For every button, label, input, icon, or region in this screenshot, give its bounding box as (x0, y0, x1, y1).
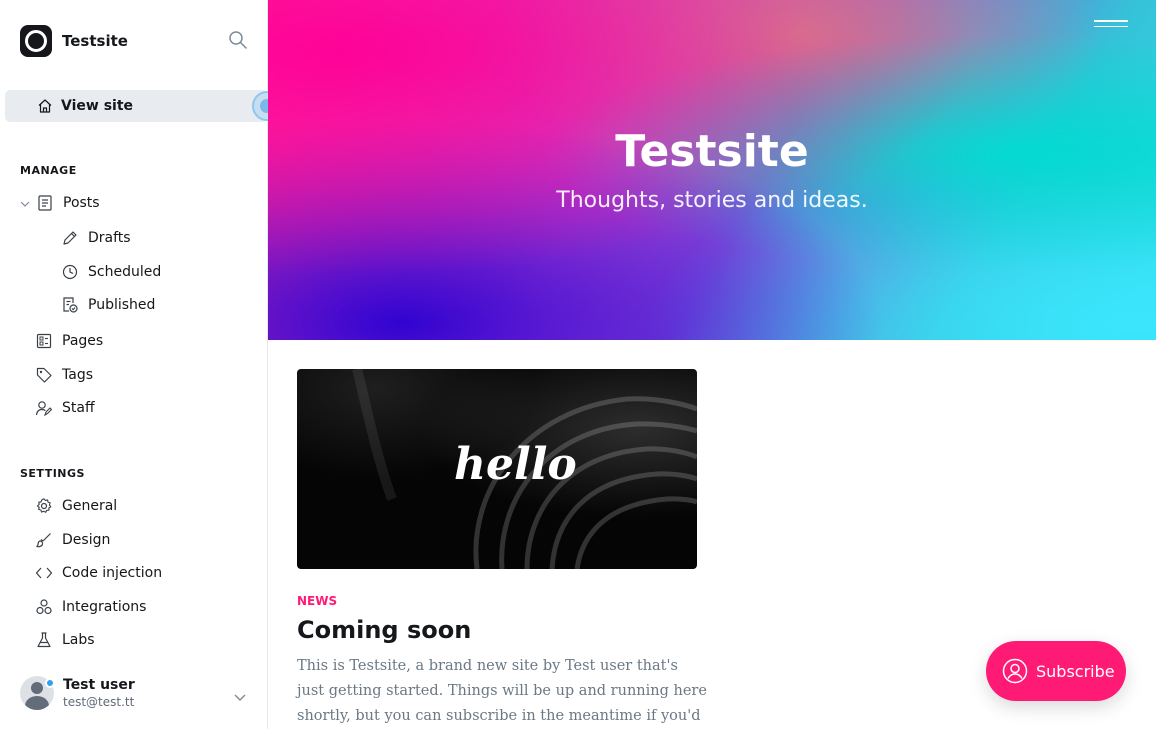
brand[interactable]: Testsite (20, 25, 128, 57)
post-title[interactable]: Coming soon (297, 616, 471, 644)
sidebar-item-label: Labs (62, 632, 95, 648)
integrations-icon (36, 599, 52, 615)
clock-icon (62, 264, 78, 280)
sidebar-item-scheduled[interactable]: Scheduled (61, 260, 161, 284)
admin-sidebar: Testsite View site MANAGE Posts Drafts S… (0, 0, 282, 729)
tag-icon (36, 367, 52, 383)
gear-icon (36, 498, 52, 513)
sidebar-item-label: Design (62, 532, 111, 548)
user-menu[interactable]: Test user test@test.tt (20, 676, 135, 710)
sidebar-item-labs[interactable]: Labs (35, 628, 95, 652)
post-excerpt: This is Testsite, a brand new site by Te… (297, 658, 707, 724)
pencil-icon (63, 231, 77, 245)
image-text: hello (454, 439, 577, 490)
sidebar-item-general[interactable]: General (35, 494, 117, 518)
settings-section-title: SETTINGS (20, 467, 85, 480)
site-hero: Testsite Thoughts, stories and ideas. (268, 0, 1156, 340)
sidebar-item-staff[interactable]: Staff (35, 396, 95, 420)
subscribe-button[interactable]: Subscribe (986, 641, 1126, 701)
post-tag[interactable]: NEWS (297, 594, 337, 608)
post-feature-image[interactable]: hello (297, 369, 697, 569)
chevron-down-icon[interactable] (18, 197, 32, 211)
user-email: test@test.tt (63, 695, 135, 709)
sidebar-item-design[interactable]: Design (35, 528, 110, 552)
hero-subtitle: Thoughts, stories and ideas. (556, 188, 868, 213)
sidebar-item-label: Tags (62, 367, 93, 383)
search-icon[interactable] (228, 30, 248, 50)
sidebar-item-label: Pages (62, 333, 104, 349)
view-site-label: View site (61, 98, 134, 114)
sidebar-item-label: Scheduled (88, 264, 162, 280)
sidebar-item-integrations[interactable]: Integrations (35, 595, 146, 619)
status-dot (45, 678, 55, 688)
sidebar-item-drafts[interactable]: Drafts (61, 226, 131, 250)
brush-icon (36, 533, 51, 548)
home-icon (38, 99, 52, 113)
sidebar-item-code-injection[interactable]: Code injection (35, 561, 162, 585)
posts-icon (38, 195, 52, 211)
hero-title: Testsite (615, 126, 809, 177)
sidebar-item-label: Published (88, 297, 156, 313)
chevron-down-icon[interactable] (232, 689, 248, 705)
labs-icon (37, 632, 51, 648)
sidebar-item-label: Code injection (62, 565, 163, 581)
sidebar-item-label: Posts (63, 195, 100, 211)
view-site-link[interactable]: View site (5, 90, 267, 122)
pages-icon (36, 333, 52, 349)
staff-icon (35, 401, 53, 417)
subscribe-label: Subscribe (1036, 661, 1115, 681)
published-icon (63, 297, 78, 313)
sidebar-item-label: Staff (62, 400, 95, 416)
menu-icon[interactable] (1094, 20, 1128, 34)
sidebar-item-tags[interactable]: Tags (35, 363, 93, 387)
sidebar-item-published[interactable]: Published (61, 293, 155, 317)
user-icon (1002, 658, 1028, 684)
user-name: Test user (63, 677, 135, 693)
site-logo (20, 25, 52, 57)
manage-section-title: MANAGE (20, 164, 77, 177)
sidebar-item-posts[interactable]: Posts (36, 191, 100, 215)
sidebar-item-label: Drafts (88, 230, 131, 246)
sidebar-item-pages[interactable]: Pages (35, 329, 103, 353)
sidebar-item-label: Integrations (62, 599, 147, 615)
code-icon (35, 567, 53, 579)
brand-name: Testsite (62, 32, 128, 50)
sidebar-item-label: General (62, 498, 118, 514)
